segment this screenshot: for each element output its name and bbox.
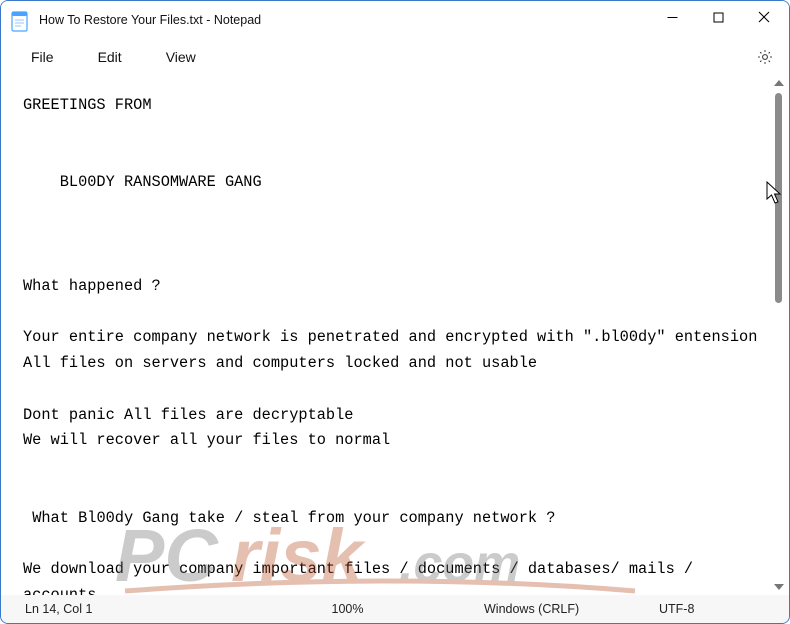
menu-file[interactable]: File	[21, 43, 64, 71]
notepad-app-icon	[11, 10, 29, 32]
editor-area: GREETINGS FROM BL00DY RANSOMWARE GANG Wh…	[1, 75, 789, 595]
window-title: How To Restore Your Files.txt - Notepad	[39, 13, 261, 27]
menu-edit[interactable]: Edit	[88, 43, 132, 71]
status-zoom[interactable]: 100%	[221, 602, 474, 616]
text-editor[interactable]: GREETINGS FROM BL00DY RANSOMWARE GANG Wh…	[1, 75, 771, 595]
scroll-down-arrow-icon[interactable]	[771, 579, 787, 595]
notepad-window: How To Restore Your Files.txt - Notepad …	[0, 0, 790, 624]
scroll-up-arrow-icon[interactable]	[771, 75, 787, 91]
vertical-scrollbar[interactable]	[771, 75, 787, 595]
menu-view[interactable]: View	[156, 43, 206, 71]
status-cursor-position: Ln 14, Col 1	[11, 602, 221, 616]
title-bar[interactable]: How To Restore Your Files.txt - Notepad	[1, 1, 789, 39]
status-encoding: UTF-8	[649, 602, 779, 616]
status-line-ending: Windows (CRLF)	[474, 602, 649, 616]
status-bar: Ln 14, Col 1 100% Windows (CRLF) UTF-8	[1, 595, 789, 623]
minimize-button[interactable]	[649, 1, 695, 33]
maximize-button[interactable]	[695, 1, 741, 33]
scroll-thumb[interactable]	[775, 93, 782, 303]
window-controls	[649, 1, 789, 39]
close-button[interactable]	[741, 1, 787, 33]
settings-button[interactable]	[751, 43, 779, 71]
menu-bar: File Edit View	[1, 39, 789, 75]
